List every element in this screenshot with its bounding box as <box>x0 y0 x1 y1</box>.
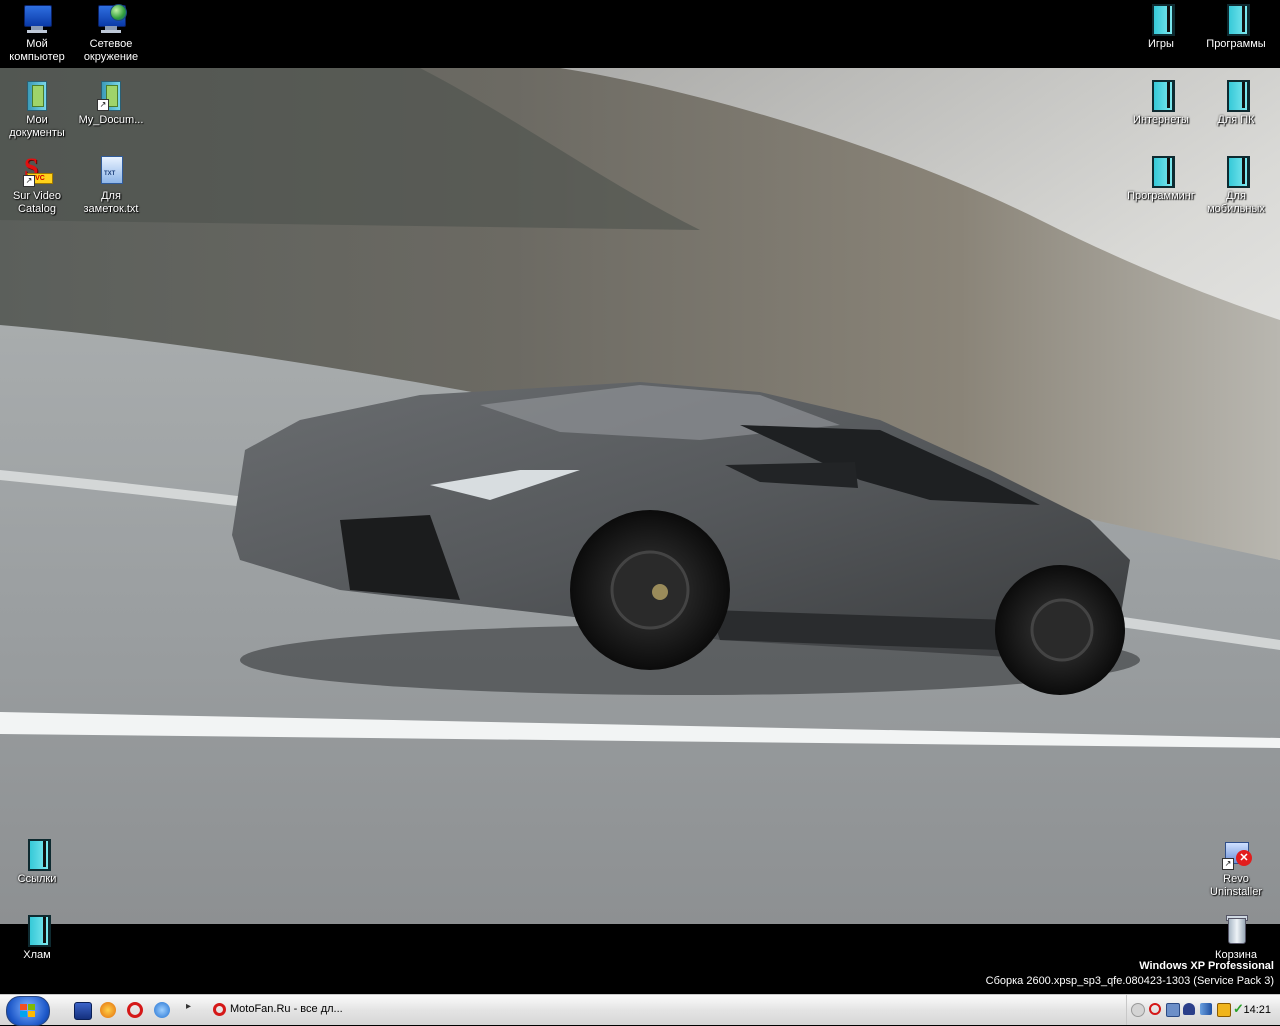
quicklaunch-internet-explorer-icon[interactable] <box>154 1002 170 1018</box>
desktop-icon-label: Для заметок.txt <box>83 190 139 215</box>
desktop-icon-junk[interactable]: Хлам <box>0 914 74 962</box>
sur-video-catalog-icon: S VC ↗ <box>21 153 53 187</box>
desktop-icon-label: Ссылки <box>17 873 57 885</box>
documents-shortcut-icon: ↗ <box>95 79 127 111</box>
desktop-icon-revo-uninstaller[interactable]: ✕ ↗ Revo Uninstaller <box>1199 838 1273 899</box>
text-file-icon: TXT <box>95 155 127 187</box>
folder-icon <box>1220 3 1252 36</box>
desktop-icon-label: Revo Uninstaller <box>1210 873 1262 898</box>
folder-icon <box>1220 155 1252 188</box>
tray-modem-icon[interactable] <box>1183 1003 1195 1015</box>
tray-home-icon[interactable] <box>1217 1003 1231 1017</box>
my-computer-icon <box>21 3 53 35</box>
desktop-icon-games[interactable]: Игры <box>1124 3 1198 51</box>
os-build-text: Сборка 2600.xpsp_sp3_qfe.080423-1303 (Se… <box>985 975 1274 987</box>
taskbar: ▸ MotoFan.Ru - все дл... ✓ 14:21 <box>0 994 1280 1026</box>
desktop-icon-internets[interactable]: Интернеты <box>1124 79 1198 127</box>
desktop-icon-label: Sur Video Catalog <box>12 190 62 215</box>
revo-uninstaller-icon: ✕ ↗ <box>1220 838 1252 870</box>
desktop-icon-recycle-bin[interactable]: Корзина <box>1199 914 1273 962</box>
my-documents-icon <box>21 79 53 111</box>
folder-icon <box>1145 79 1177 112</box>
desktop-icon-label: Игры <box>1148 38 1174 50</box>
desktop-icon-label: Мой компьютер <box>9 38 65 63</box>
desktop-icon-label: Для мобильных <box>1207 190 1265 215</box>
network-icon <box>95 3 127 35</box>
desktop-icon-label: Мои документы <box>9 114 65 139</box>
folder-icon <box>21 838 53 871</box>
opera-icon <box>213 1003 226 1016</box>
desktop-icon-network[interactable]: Сетевое окружение <box>74 3 148 64</box>
taskbar-window-button[interactable]: MotoFan.Ru - все дл... <box>206 998 406 1021</box>
wallpaper-top-band <box>0 0 1280 68</box>
desktop-icon-label: Программы <box>1206 38 1266 50</box>
recycle-bin-icon <box>1220 914 1252 946</box>
quicklaunch-opera-icon[interactable] <box>127 1002 143 1018</box>
taskbar-window-title: MotoFan.Ru - все дл... <box>230 1003 343 1015</box>
desktop-icon-label: Программинг <box>1127 190 1195 202</box>
windows-logo-icon <box>20 1004 36 1018</box>
start-button[interactable] <box>6 996 50 1026</box>
tray-expand-icon[interactable] <box>1131 1003 1145 1017</box>
desktop-icon-label: Хлам <box>23 949 51 961</box>
desktop-icon-my-documents[interactable]: Мои документы <box>0 79 74 140</box>
quicklaunch-chevron-icon[interactable]: ▸ <box>186 1001 191 1012</box>
desktop-icon-label: Интернеты <box>1133 114 1189 126</box>
desktop-icon-sur-video-catalog[interactable]: S VC ↗ Sur Video Catalog <box>0 153 74 216</box>
desktop-icon-label: My_Docum... <box>78 114 144 126</box>
folder-icon <box>1145 155 1177 188</box>
tray-volume-icon[interactable] <box>1200 1003 1212 1015</box>
tray-network-icon[interactable] <box>1166 1003 1180 1017</box>
desktop-icon-my-docum-shortcut[interactable]: ↗ My_Docum... <box>74 79 148 127</box>
desktop-icon-notes-txt[interactable]: TXT Для заметок.txt <box>74 155 148 216</box>
desktop-icon-links[interactable]: Ссылки <box>0 838 74 886</box>
desktop-icon-programming[interactable]: Программинг <box>1124 155 1198 203</box>
quicklaunch-show-desktop-icon[interactable] <box>74 1002 92 1020</box>
folder-icon <box>21 914 53 947</box>
desktop-icon-programs[interactable]: Программы <box>1199 3 1273 51</box>
desktop-icon-my-computer[interactable]: Мой компьютер <box>0 3 74 64</box>
os-edition-text: Windows XP Professional <box>1139 960 1274 972</box>
quicklaunch-app-icon[interactable] <box>100 1002 116 1018</box>
desktop-icon-for-mobile[interactable]: Для мобильных <box>1199 155 1273 216</box>
clock[interactable]: 14:21 <box>1243 995 1271 1025</box>
desktop-icon-label: Для ПК <box>1217 114 1255 126</box>
desktop-icon-for-pc[interactable]: Для ПК <box>1199 79 1273 127</box>
desktop-icon-label: Сетевое окружение <box>83 38 139 63</box>
folder-icon <box>1145 3 1177 36</box>
desktop-wallpaper <box>0 68 1280 924</box>
system-tray: ✓ 14:21 <box>1126 995 1280 1025</box>
tray-opera-icon[interactable] <box>1149 1003 1161 1015</box>
folder-icon <box>1220 79 1252 112</box>
